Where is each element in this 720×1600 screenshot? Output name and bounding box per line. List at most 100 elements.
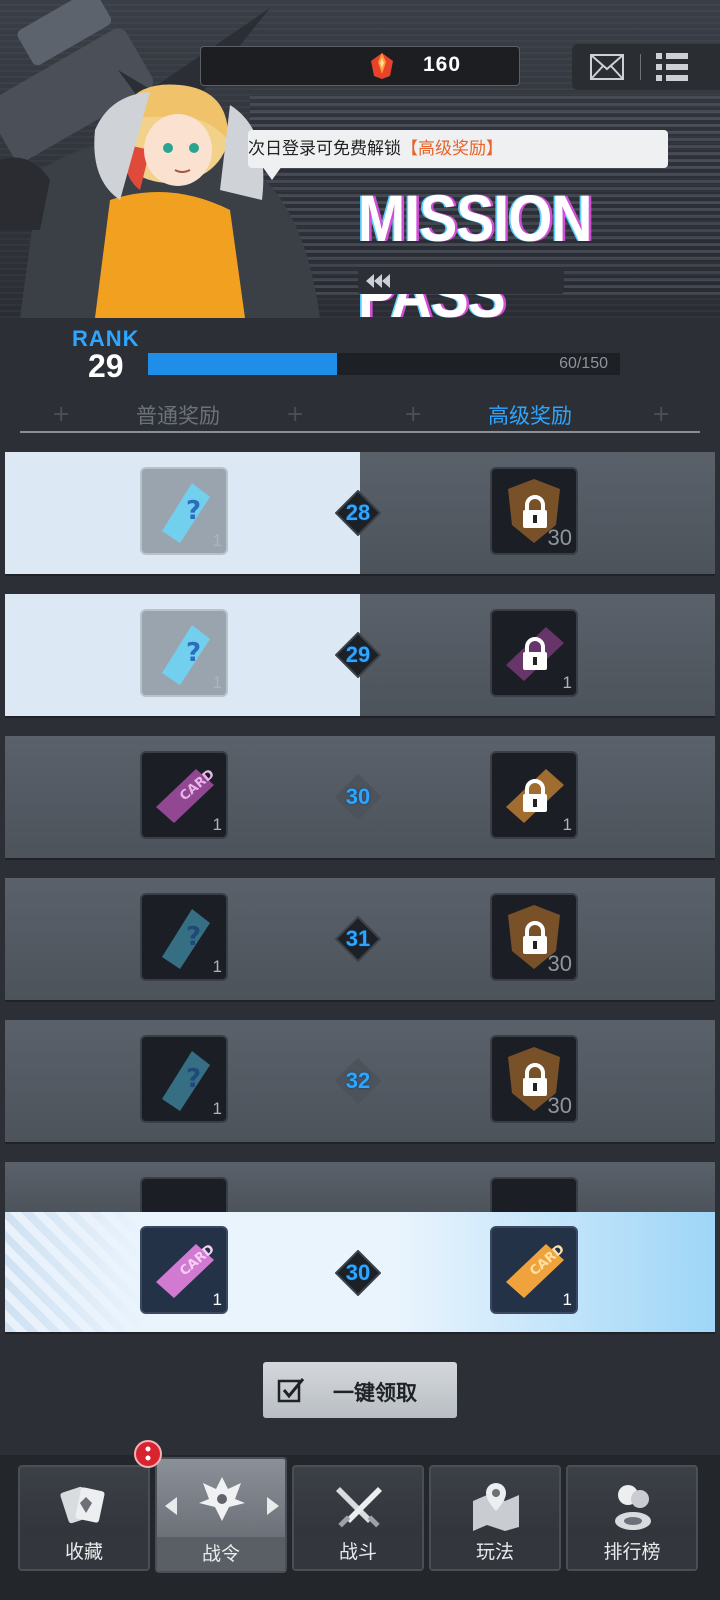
svg-text:?: ? bbox=[186, 1064, 201, 1094]
crossed-swords-icon bbox=[336, 1487, 382, 1528]
rank-progress-bar: 60/150 bbox=[148, 353, 620, 375]
premium-reward-qty: 30 bbox=[547, 1093, 572, 1118]
tab-normal-rewards[interactable]: 普通奖励 bbox=[136, 400, 220, 430]
premium-reward-slot[interactable]: CARD 1 bbox=[490, 1226, 578, 1314]
lock-icon bbox=[523, 921, 547, 954]
free-reward-slot[interactable]: ? 1 bbox=[140, 893, 228, 981]
rewind-icon bbox=[366, 274, 390, 288]
rank-progress-fill bbox=[148, 353, 337, 375]
free-reward-qty: 1 bbox=[212, 815, 222, 834]
card-pack-icon: CARD bbox=[506, 1242, 568, 1298]
svg-text:?: ? bbox=[186, 638, 201, 668]
level-number: 30 bbox=[345, 784, 371, 809]
free-reward-slot[interactable]: CARD 1 bbox=[140, 751, 228, 839]
free-reward-qty: 1 bbox=[212, 1290, 222, 1309]
card-pack-icon: CARD bbox=[156, 1242, 218, 1298]
crest-icon bbox=[199, 1477, 245, 1521]
lock-icon bbox=[523, 779, 547, 812]
nav-pass[interactable]: 战令 bbox=[155, 1457, 287, 1573]
crystal-icon bbox=[371, 53, 393, 79]
level-number: 31 bbox=[345, 926, 371, 951]
nav-battle[interactable]: 战斗 bbox=[292, 1465, 424, 1571]
mail-icon[interactable] bbox=[590, 54, 624, 80]
nav-gameplay[interactable]: 玩法 bbox=[429, 1465, 561, 1571]
premium-reward-qty: 1 bbox=[562, 815, 572, 834]
free-reward-qty: 1 bbox=[212, 1099, 222, 1118]
reward-row: ? 1 32 30 bbox=[5, 1020, 715, 1142]
premium-reward-slot[interactable]: 1 bbox=[490, 609, 578, 697]
premium-reward-qty: 1 bbox=[562, 1290, 572, 1309]
reward-row: ? 1 28 30 bbox=[5, 452, 715, 574]
free-reward-slot[interactable]: ? 1 bbox=[140, 1035, 228, 1123]
premium-reward-slot[interactable]: 30 bbox=[490, 467, 578, 555]
premium-reward-qty: 30 bbox=[547, 525, 572, 550]
leaderboard-icon bbox=[615, 1485, 651, 1530]
currency-value: 160 bbox=[423, 53, 462, 76]
checkbox-icon bbox=[277, 1378, 305, 1403]
decor-plus: + bbox=[652, 402, 671, 427]
header-banner: 160 次日登录可免费解锁【高级奖励】 MISSION PASS bbox=[0, 0, 720, 318]
next-milestone-row: CARD 1 30 CARD 1 bbox=[5, 1212, 715, 1332]
card-pack-icon: CARD bbox=[156, 767, 218, 823]
chevron-right-icon bbox=[267, 1497, 279, 1515]
decor-plus: + bbox=[404, 402, 423, 427]
claim-all-button[interactable]: 一键领取 bbox=[263, 1362, 457, 1418]
tip-tail bbox=[262, 166, 282, 180]
lock-icon bbox=[523, 1063, 547, 1096]
ticket-icon: ? bbox=[162, 909, 210, 969]
level-number: 28 bbox=[345, 500, 371, 525]
premium-reward-slot[interactable]: 30 bbox=[490, 1035, 578, 1123]
bottom-nav: 收藏 战令 战斗 玩法 排行榜 bbox=[0, 1455, 720, 1600]
reward-row: ? 1 29 1 bbox=[5, 594, 715, 716]
premium-reward-qty: 1 bbox=[562, 673, 572, 692]
rank-value: 29 bbox=[88, 348, 124, 384]
nav-collection[interactable]: 收藏 bbox=[18, 1465, 150, 1571]
chevron-left-icon bbox=[165, 1497, 177, 1515]
premium-reward-slot[interactable]: 30 bbox=[490, 893, 578, 981]
svg-text:?: ? bbox=[186, 922, 201, 952]
ticket-icon: ? bbox=[162, 1051, 210, 1111]
currency-bar: 160 bbox=[200, 46, 520, 86]
decor-plus: + bbox=[286, 402, 305, 427]
reward-row: CARD 1 30 1 bbox=[5, 736, 715, 858]
free-reward-qty: 1 bbox=[212, 957, 222, 976]
unlock-tip: 次日登录可免费解锁【高级奖励】 bbox=[248, 130, 668, 168]
level-number: 29 bbox=[345, 642, 371, 667]
exclamation-icon bbox=[145, 1446, 151, 1461]
banner-rewind-bar[interactable] bbox=[358, 268, 564, 294]
nav-label: 战令 bbox=[157, 1537, 285, 1571]
nav-label: 收藏 bbox=[20, 1535, 148, 1569]
ticket-icon: ? bbox=[162, 483, 210, 543]
page-title: MISSION PASS bbox=[358, 181, 593, 318]
top-buttons bbox=[572, 44, 720, 90]
map-pin-icon bbox=[473, 1483, 519, 1531]
tab-divider bbox=[20, 431, 700, 433]
notification-badge bbox=[134, 1440, 162, 1468]
free-reward-qty: 1 bbox=[212, 673, 222, 692]
premium-reward-slot[interactable]: 1 bbox=[490, 751, 578, 839]
menu-list-icon[interactable] bbox=[656, 52, 688, 82]
nav-label: 战斗 bbox=[294, 1535, 422, 1569]
top-separator bbox=[640, 54, 641, 80]
nav-label: 排行榜 bbox=[568, 1535, 696, 1569]
free-reward-slot[interactable]: ? 1 bbox=[140, 467, 228, 555]
free-reward-slot[interactable]: CARD 1 bbox=[140, 1226, 228, 1314]
ticket-icon: ? bbox=[162, 625, 210, 685]
nav-label: 玩法 bbox=[431, 1535, 559, 1569]
premium-reward-slot[interactable] bbox=[490, 1177, 578, 1212]
free-reward-slot[interactable]: ? 1 bbox=[140, 609, 228, 697]
lock-icon bbox=[523, 495, 547, 528]
decor-plus: + bbox=[52, 402, 71, 427]
level-number: 30 bbox=[345, 1260, 371, 1285]
tip-text: 次日登录可免费解锁 bbox=[248, 139, 401, 159]
lock-icon bbox=[523, 637, 547, 670]
tip-highlight: 【高级奖励】 bbox=[401, 139, 503, 159]
cards-icon bbox=[60, 1486, 105, 1524]
premium-reward-qty: 30 bbox=[547, 951, 572, 976]
free-reward-slot[interactable] bbox=[140, 1177, 228, 1212]
nav-leaderboard[interactable]: 排行榜 bbox=[566, 1465, 698, 1571]
reward-row-partial bbox=[5, 1162, 715, 1212]
svg-text:?: ? bbox=[186, 496, 201, 526]
tab-premium-rewards[interactable]: 高级奖励 bbox=[488, 400, 572, 430]
free-reward-qty: 1 bbox=[212, 531, 222, 550]
